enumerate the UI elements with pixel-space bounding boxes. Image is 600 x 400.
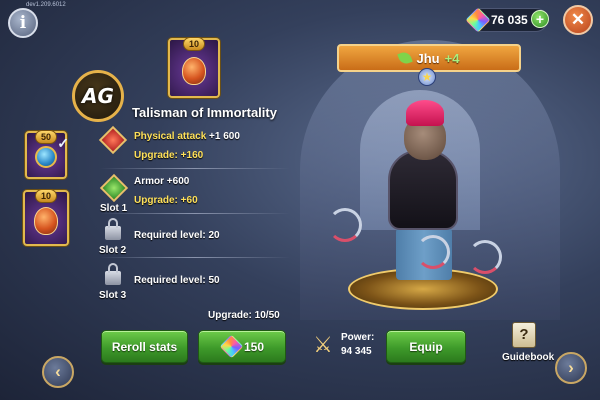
item-title: Talisman of Immortality <box>132 105 277 120</box>
item-level-badge: 10 <box>35 189 57 203</box>
slot-3-label: Slot 3 <box>99 290 127 301</box>
physical-attack-label: Physical attack <box>134 131 207 142</box>
guidebook-label[interactable]: Guidebook <box>502 352 554 363</box>
armor-stat: Armor +600 <box>134 176 189 187</box>
hero-mohawk <box>406 100 444 126</box>
equipped-item-slot-amulet[interactable]: 50 ✓ <box>25 130 69 179</box>
armor-value: +600 <box>166 176 190 187</box>
info-button[interactable]: i <box>8 8 38 38</box>
slot-3-required-level: Required level: 50 <box>134 275 220 286</box>
selected-item-card[interactable]: 10 <box>168 37 220 98</box>
item-level-badge: 50 <box>35 130 57 144</box>
attack-diamond-icon <box>98 125 128 155</box>
guidebook-icon[interactable]: ? <box>512 322 536 348</box>
divider <box>100 168 290 169</box>
previous-arrow-button[interactable]: ‹ <box>42 356 74 388</box>
ag-logo: AG <box>72 70 124 122</box>
reroll-stats-button[interactable]: Reroll stats <box>101 330 188 363</box>
talisman-heart-icon <box>182 56 206 85</box>
talisman-heart-icon <box>34 206 58 235</box>
upgrade-count: Upgrade: 10/50 <box>208 310 280 321</box>
equip-button[interactable]: Equip <box>386 330 466 363</box>
slot-2: Slot 2 <box>99 218 126 256</box>
slot-2-label: Slot 2 <box>99 245 127 256</box>
star-icon: ★ <box>418 68 436 86</box>
slot-2-required-level: Required level: 20 <box>134 230 220 241</box>
check-icon: ✓ <box>57 135 69 151</box>
hero-name: Jhu <box>416 50 440 66</box>
crossed-swords-icon: ⚔ <box>313 332 333 357</box>
equipped-item-slot-talisman[interactable]: 10 <box>23 189 69 246</box>
physical-attack-upgrade: Upgrade: +160 <box>134 150 204 161</box>
power-label: Power: <box>341 332 375 343</box>
lock-icon <box>104 218 121 240</box>
hero-body <box>388 150 458 230</box>
add-gems-button[interactable]: + <box>531 10 549 28</box>
close-button[interactable]: ✕ <box>563 5 593 35</box>
version-label: dev1.209.6012 <box>26 2 66 8</box>
armor-upgrade: Upgrade: +60 <box>134 195 198 206</box>
gem-icon <box>465 7 491 33</box>
leaf-icon <box>396 50 413 66</box>
item-level-badge: 10 <box>183 37 205 51</box>
armor-label: Armor <box>134 176 165 187</box>
power-value: 94 345 <box>341 346 372 357</box>
lock-icon <box>104 263 121 285</box>
upgrade-cost-value: 150 <box>243 339 265 354</box>
hero-level-bonus: +4 <box>444 50 460 66</box>
physical-attack-stat: Physical attack +1 600 <box>134 131 240 142</box>
gem-currency-value: 76 035 <box>491 13 528 27</box>
slot-1: Slot 1 <box>99 173 128 214</box>
gem-icon <box>219 334 244 359</box>
divider <box>100 257 290 258</box>
attack-stat-icon-wrap <box>98 125 128 155</box>
blade-icon <box>468 240 502 274</box>
blade-icon <box>416 235 450 269</box>
amulet-gem-icon <box>35 146 57 169</box>
armor-diamond-icon <box>99 173 128 203</box>
blade-icon <box>328 208 362 242</box>
upgrade-cost-button[interactable]: 150 <box>198 330 286 363</box>
physical-attack-value: +1 600 <box>209 131 240 142</box>
divider <box>100 213 290 214</box>
next-arrow-button[interactable]: › <box>555 352 587 384</box>
hero-figure <box>318 100 518 320</box>
slot-3: Slot 3 <box>99 263 126 301</box>
